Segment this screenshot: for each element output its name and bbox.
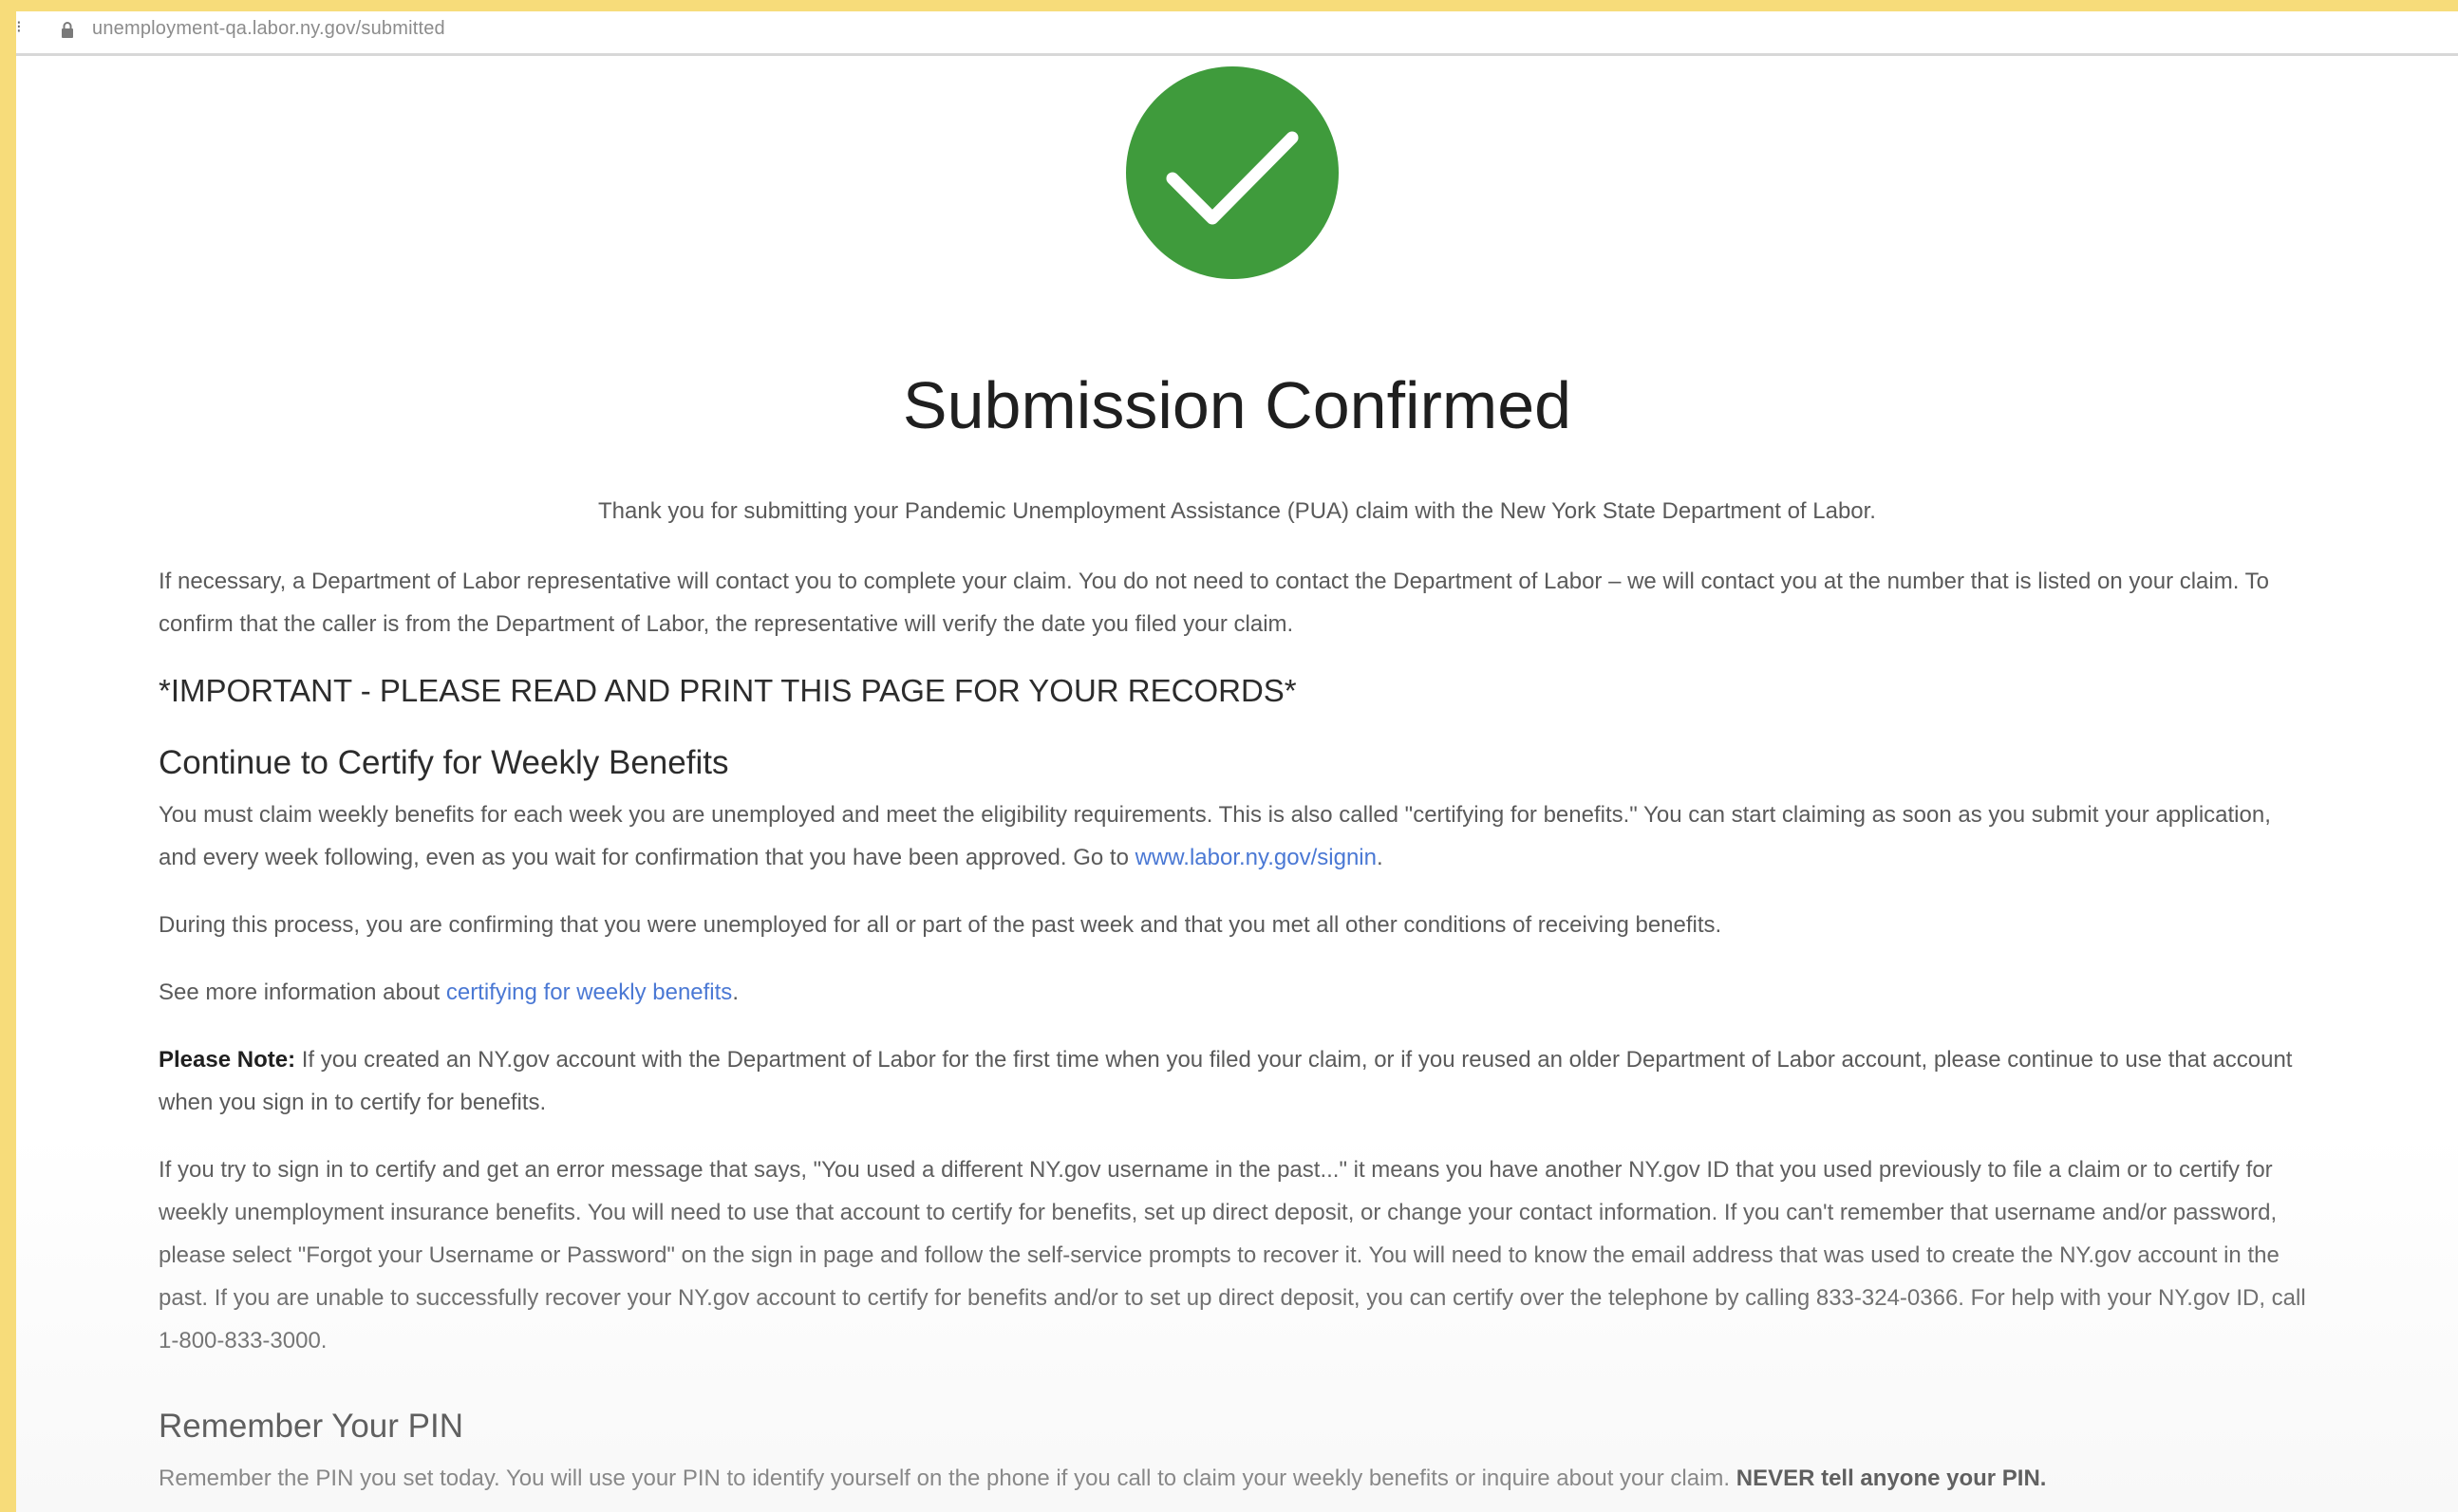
important-notice: *IMPORTANT - PLEASE READ AND PRINT THIS … [159, 673, 1297, 708]
note-label: Please Note: [159, 1047, 296, 1073]
checkmark-icon [1126, 66, 1339, 279]
main-content: If necessary, a Department of Labor repr… [159, 560, 2314, 1512]
pin-paragraph: Remember the PIN you set today. You will… [159, 1457, 2314, 1500]
pin-warning: NEVER tell anyone your PIN. [1736, 1465, 2047, 1491]
more-info-end: . [732, 980, 739, 1005]
url-text[interactable]: unemployment-qa.labor.ny.gov/submitted [92, 18, 445, 40]
error-paragraph: If you try to sign in to certify and get… [159, 1157, 2306, 1353]
more-info-text: See more information about [159, 980, 446, 1005]
lock-icon [62, 22, 73, 38]
contact-paragraph: If necessary, a Department of Labor repr… [159, 569, 2269, 637]
note-paragraph: Please Note: If you created an NY.gov ac… [159, 1038, 2314, 1124]
page-title: Submission Confirmed [902, 368, 1572, 442]
pin-heading: Remember Your PIN [159, 1408, 463, 1445]
address-bar[interactable]: ⁝ unemployment-qa.labor.ny.gov/submitted [16, 11, 2458, 56]
process-paragraph: During this process, you are confirming … [159, 912, 1722, 938]
more-info-paragraph: See more information about certifying fo… [159, 971, 2314, 1014]
tab-edge: ⁝ [16, 17, 22, 36]
certifying-link[interactable]: certifying for weekly benefits [446, 980, 732, 1005]
certify-paragraph: You must claim weekly benefits for each … [159, 793, 2314, 879]
browser-window: ⁝ unemployment-qa.labor.ny.gov/submitted… [16, 11, 2458, 1512]
certify-end: . [1376, 845, 1383, 870]
signin-link[interactable]: www.labor.ny.gov/signin [1135, 845, 1377, 870]
pin-text: Remember the PIN you set today. You will… [159, 1465, 1736, 1491]
certify-heading: Continue to Certify for Weekly Benefits [159, 744, 729, 781]
intro-text: Thank you for submitting your Pandemic U… [598, 498, 1876, 524]
note-text: If you created an NY.gov account with th… [159, 1047, 2293, 1115]
